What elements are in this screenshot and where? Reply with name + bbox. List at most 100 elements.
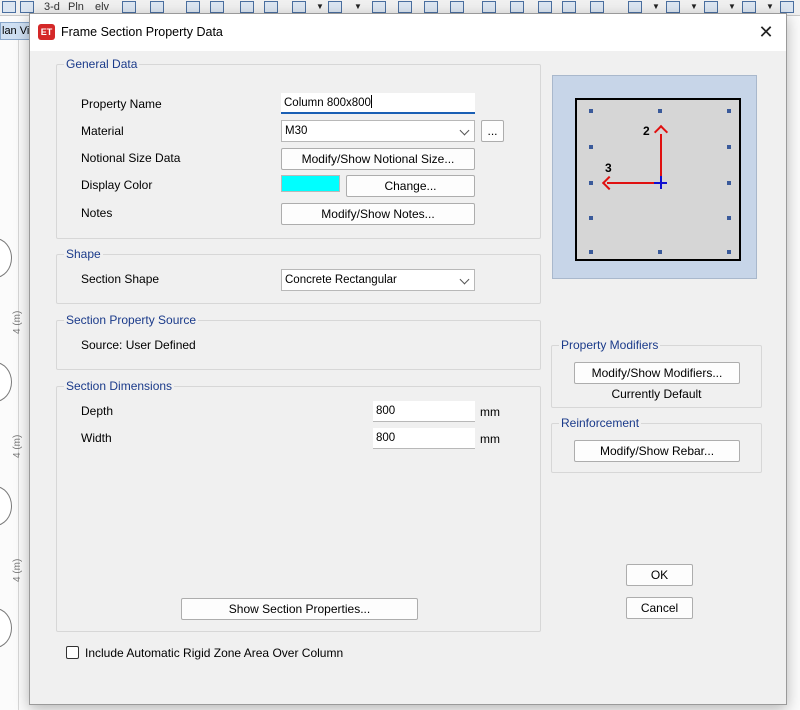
axis-2-label: 2: [643, 124, 650, 138]
rebar-marker: [727, 145, 731, 149]
dropdown-arrow-icon[interactable]: ▼: [316, 2, 324, 11]
area-icon[interactable]: [590, 1, 604, 13]
dialog-title-bar[interactable]: ET Frame Section Property Data ✕: [30, 14, 786, 51]
section-preview: 2 3: [552, 75, 757, 279]
section-dimensions-group: Section Dimensions: [56, 379, 541, 632]
axis-3-arrow-icon: [601, 175, 617, 191]
notes-label: Notes: [81, 206, 113, 220]
chevron-down-icon: [459, 125, 470, 136]
frame-section-dialog: ET Frame Section Property Data ✕ General…: [29, 13, 787, 705]
draw-icon[interactable]: [292, 1, 306, 13]
display-color-swatch[interactable]: [281, 175, 340, 192]
material-value: M30: [285, 125, 308, 137]
material-label: Material: [81, 124, 124, 138]
axis-3-label: 3: [605, 161, 612, 175]
grid-line: [18, 40, 19, 710]
rebar-marker: [658, 250, 662, 254]
rebar-marker: [727, 250, 731, 254]
rebar-marker: [658, 109, 662, 113]
ok-button[interactable]: OK: [626, 564, 693, 586]
support-icon[interactable]: [398, 1, 412, 13]
chevron-down-icon: [459, 274, 470, 285]
property-modifiers-heading: Property Modifiers: [559, 338, 661, 352]
check-icon[interactable]: [264, 1, 278, 13]
width-label: Width: [81, 431, 112, 445]
plan-view-tab[interactable]: lan Vi: [0, 22, 32, 40]
cancel-button[interactable]: Cancel: [626, 597, 693, 619]
centroid-cross-icon: [660, 176, 662, 189]
notional-size-button[interactable]: Modify/Show Notional Size...: [281, 148, 475, 170]
floor-icon[interactable]: [666, 1, 680, 13]
rebar-marker: [589, 181, 593, 185]
brace-icon[interactable]: [482, 1, 496, 13]
modify-modifiers-button[interactable]: Modify/Show Modifiers...: [574, 362, 740, 384]
property-name-input[interactable]: Column 800x800: [281, 93, 475, 114]
width-unit: mm: [480, 432, 500, 446]
column-icon[interactable]: [372, 1, 386, 13]
dropdown-arrow-icon[interactable]: ▼: [652, 2, 660, 11]
dropdown-arrow-icon[interactable]: ▼: [354, 2, 362, 11]
etabs-logo-icon: ET: [38, 24, 55, 40]
reinforcement-heading: Reinforcement: [559, 416, 642, 430]
rigid-zone-label[interactable]: Include Automatic Rigid Zone Area Over C…: [85, 646, 343, 660]
dropdown-arrow-icon[interactable]: ▼: [728, 2, 736, 11]
notes-button[interactable]: Modify/Show Notes...: [281, 203, 475, 225]
modifiers-status: Currently Default: [611, 387, 702, 401]
rebar-marker: [727, 216, 731, 220]
section-dimensions-heading: Section Dimensions: [64, 379, 175, 393]
rebar-marker: [589, 109, 593, 113]
node-icon[interactable]: [562, 1, 576, 13]
rebar-marker: [589, 250, 593, 254]
beam-icon[interactable]: [628, 1, 642, 13]
section-outline: 2 3: [575, 98, 741, 261]
dimension-label: 4 (m): [12, 310, 23, 334]
mesh-icon[interactable]: [780, 1, 794, 13]
axis-2-arrow-icon: [653, 124, 669, 140]
depth-label: Depth: [81, 404, 114, 418]
text-caret: [370, 95, 372, 108]
link-icon[interactable]: [510, 1, 524, 13]
source-text: Source: User Defined: [81, 338, 196, 352]
rigid-zone-checkbox[interactable]: [66, 646, 79, 659]
pointer-icon[interactable]: [2, 1, 16, 13]
move-up-icon[interactable]: [186, 1, 200, 13]
rebar-marker: [589, 145, 593, 149]
material-select[interactable]: M30: [281, 120, 475, 142]
glasses-icon[interactable]: [150, 1, 164, 13]
change-color-button[interactable]: Change...: [346, 175, 475, 197]
section-property-source-heading: Section Property Source: [64, 313, 199, 327]
dropdown-arrow-icon[interactable]: ▼: [690, 2, 698, 11]
material-more-button[interactable]: ...: [481, 120, 504, 142]
show-section-properties-button[interactable]: Show Section Properties...: [181, 598, 418, 620]
pan-icon[interactable]: [20, 1, 34, 13]
assign-icon[interactable]: [328, 1, 342, 13]
modify-rebar-button[interactable]: Modify/Show Rebar...: [574, 440, 740, 462]
depth-input[interactable]: [373, 401, 475, 422]
spring-icon[interactable]: [538, 1, 552, 13]
section-icon[interactable]: [742, 1, 756, 13]
i-beam-icon[interactable]: [704, 1, 718, 13]
slab-icon[interactable]: [450, 1, 464, 13]
dialog-title: Frame Section Property Data: [61, 25, 223, 39]
section-shape-value: Concrete Rectangular: [285, 274, 397, 286]
dropdown-arrow-icon[interactable]: ▼: [766, 2, 774, 11]
dimension-label: 4 (m): [12, 434, 23, 458]
rebar-marker: [727, 109, 731, 113]
rotate-icon[interactable]: [122, 1, 136, 13]
depth-unit: mm: [480, 405, 500, 419]
display-color-label: Display Color: [81, 178, 153, 192]
width-input[interactable]: [373, 428, 475, 449]
section-shape-select[interactable]: Concrete Rectangular: [281, 269, 475, 291]
rebar-marker: [589, 216, 593, 220]
property-name-label: Property Name: [81, 97, 162, 111]
section-shape-label: Section Shape: [81, 272, 160, 286]
general-data-heading: General Data: [64, 57, 140, 71]
rebar-marker: [727, 181, 731, 185]
move-down-icon[interactable]: [210, 1, 224, 13]
wall-icon[interactable]: [424, 1, 438, 13]
dimension-label: 4 (m): [12, 558, 23, 582]
close-icon[interactable]: ✕: [752, 20, 780, 44]
notional-size-label: Notional Size Data: [81, 151, 181, 165]
shape-heading: Shape: [64, 247, 103, 261]
select-icon[interactable]: [240, 1, 254, 13]
